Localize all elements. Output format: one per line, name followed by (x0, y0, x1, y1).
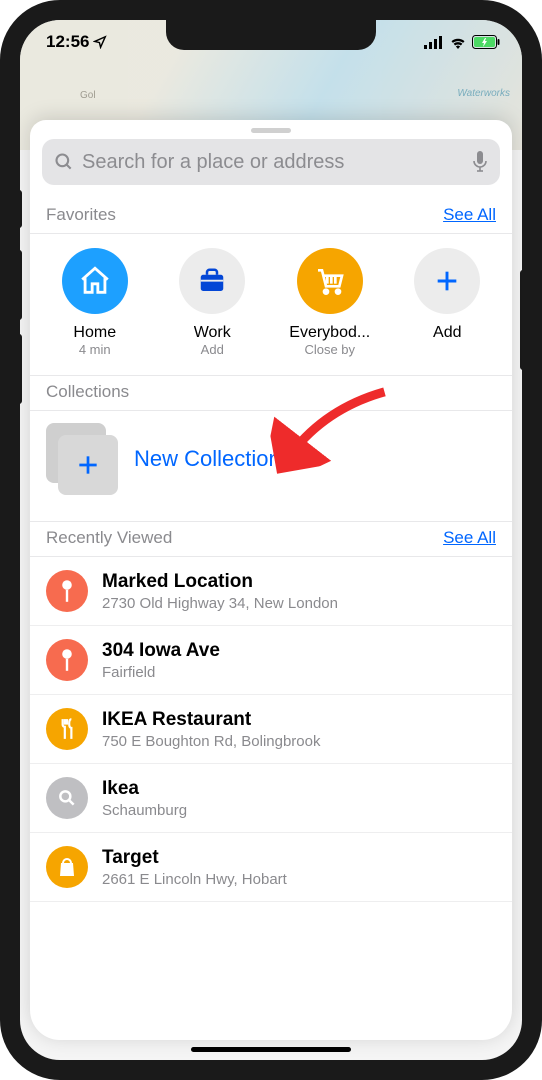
collection-stack-icon (46, 423, 118, 495)
map-label: Gol (80, 90, 96, 101)
home-indicator[interactable] (191, 1047, 351, 1052)
favorites-row: Home 4 min Work Add Everybod... Close by (30, 234, 512, 376)
favorites-see-all[interactable]: See All (443, 205, 496, 225)
briefcase-icon (179, 248, 245, 314)
recent-item-ikea[interactable]: Ikea Schaumburg (30, 764, 512, 833)
recent-title: Recently Viewed (46, 528, 172, 548)
status-time: 12:56 (46, 32, 89, 52)
favorite-everybody[interactable]: Everybod... Close by (275, 248, 385, 357)
collections-title: Collections (46, 382, 129, 402)
battery-icon (472, 35, 500, 49)
search-placeholder: Search for a place or address (82, 151, 464, 174)
bag-icon (46, 846, 88, 888)
recent-item-ikea-restaurant[interactable]: IKEA Restaurant 750 E Boughton Rd, Bolin… (30, 695, 512, 764)
location-arrow-icon (93, 35, 107, 49)
recent-see-all[interactable]: See All (443, 528, 496, 548)
pin-icon (46, 639, 88, 681)
search-result-icon (46, 777, 88, 819)
device-notch (166, 20, 376, 50)
sheet-grabber[interactable] (251, 128, 291, 133)
favorites-title: Favorites (46, 205, 116, 225)
cell-signal-icon (424, 36, 444, 49)
search-sheet: Search for a place or address Favorites … (30, 120, 512, 1040)
pin-icon (46, 570, 88, 612)
microphone-icon[interactable] (472, 151, 488, 173)
recent-header: Recently Viewed See All (30, 522, 512, 557)
cart-icon (297, 248, 363, 314)
plus-icon (414, 248, 480, 314)
favorites-header: Favorites See All (30, 199, 512, 234)
search-input[interactable]: Search for a place or address (42, 139, 500, 185)
search-icon (54, 152, 74, 172)
favorite-work[interactable]: Work Add (157, 248, 267, 357)
wifi-icon (449, 36, 467, 49)
favorite-home[interactable]: Home 4 min (40, 248, 150, 357)
recent-item-304-iowa[interactable]: 304 Iowa Ave Fairfield (30, 626, 512, 695)
favorite-add[interactable]: Add (392, 248, 502, 357)
map-label: Waterworks (457, 88, 510, 99)
home-icon (62, 248, 128, 314)
recent-item-target[interactable]: Target 2661 E Lincoln Hwy, Hobart (30, 833, 512, 902)
new-collection-button[interactable]: New Collection… (30, 411, 512, 522)
fork-icon (46, 708, 88, 750)
recent-item-marked-location[interactable]: Marked Location 2730 Old Highway 34, New… (30, 557, 512, 626)
